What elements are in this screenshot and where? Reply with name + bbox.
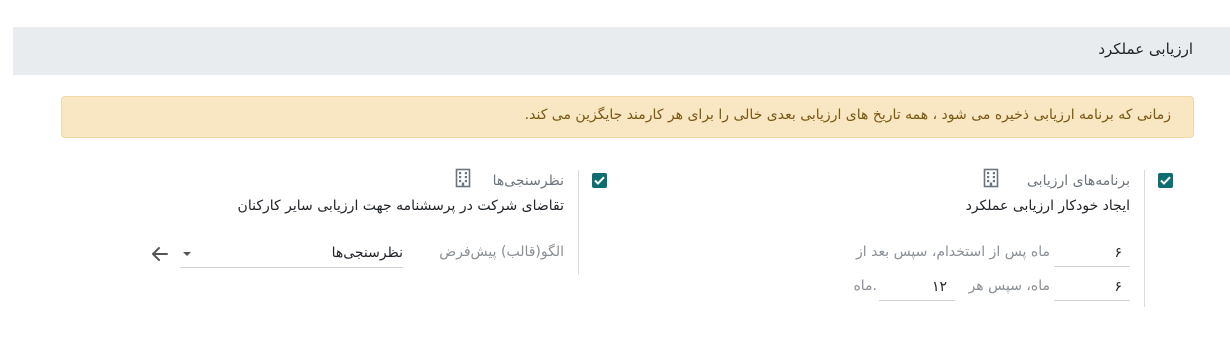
months-suffix-label: ماه. [853, 278, 877, 294]
building-icon [455, 168, 471, 188]
months-after-hire-input[interactable] [1054, 240, 1130, 267]
appraisal-plans-divider [1144, 170, 1145, 307]
surveys-title: نظرسنجی‌ها [492, 173, 564, 189]
checkmark-icon [1160, 176, 1171, 185]
arrow-right-icon[interactable] [151, 246, 169, 262]
default-template-select[interactable]: نظرسنجی‌ها [180, 240, 403, 268]
months-then-input[interactable] [1054, 274, 1130, 301]
surveys-divider [578, 170, 579, 274]
default-template-label: الگو(قالب) پیش‌فرض [439, 244, 564, 260]
building-icon [983, 168, 999, 188]
chevron-down-icon [183, 252, 191, 256]
appraisal-plans-checkbox[interactable] [1158, 173, 1173, 188]
checkmark-icon [594, 176, 605, 185]
alert-text: زمانی که برنامه ارزیابی ذخیره می شود ، ه… [524, 107, 1171, 123]
default-template-value: نظرسنجی‌ها [331, 245, 403, 261]
months-every-input[interactable] [879, 274, 955, 301]
section-title: ارزیابی عملکرد [1098, 40, 1193, 58]
settings-page: ارزیابی عملکرد زمانی که برنامه ارزیابی ذ… [0, 0, 1230, 346]
appraisal-plans-description: ایجاد خودکار ارزیابی عملکرد [965, 198, 1130, 214]
appraisal-plans-title: برنامه‌های ارزیابی [1027, 173, 1130, 189]
months-after-hire-label: ماه پس از استخدام، سپس بعد از [856, 244, 1050, 260]
surveys-description: تقاضای شرکت در پرسشنامه جهت ارزیابی سایر… [237, 198, 564, 214]
info-alert: زمانی که برنامه ارزیابی ذخیره می شود ، ه… [61, 96, 1194, 138]
section-header: ارزیابی عملکرد [13, 27, 1230, 75]
months-then-every-label: ماه، سپس هر [968, 278, 1050, 294]
surveys-checkbox[interactable] [592, 173, 607, 188]
